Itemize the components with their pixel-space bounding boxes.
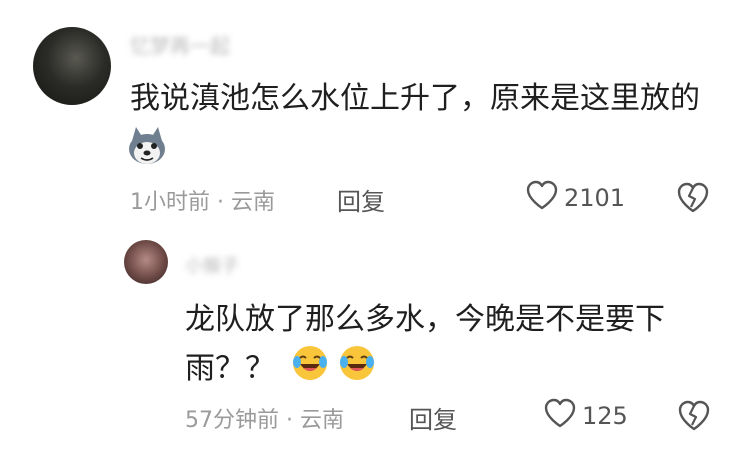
commenter-name[interactable]: 忆梦再一起 [130,30,230,59]
reply-text-content: 雨？？ [185,351,275,386]
commenter-avatar[interactable] [33,27,111,105]
heart-icon [544,398,576,434]
replier-name[interactable]: 小猴子 [185,252,239,278]
reply-text-line-1: 龙队放了那么多水，今晚是不是要下 [185,302,665,337]
reply-text-line-2: 雨？？ [185,344,376,395]
laughing-crying-face-icon [291,344,329,395]
dislike-button[interactable] [677,398,711,432]
laughing-crying-face-icon [338,344,376,395]
reply-button[interactable]: 回复 [337,182,385,217]
replier-avatar[interactable] [124,240,168,284]
comment-meta: 1小时前 · 云南 [130,190,275,215]
dislike-button[interactable] [676,180,710,214]
like-count: 125 [582,402,628,430]
comment-text: 我说滇池怎么水位上升了，原来是这里放的 [130,77,700,121]
broken-heart-icon [677,400,711,436]
reply-button[interactable]: 回复 [409,400,457,435]
heart-icon [526,180,558,216]
like-button[interactable]: 125 [544,398,628,434]
broken-heart-icon [676,182,710,218]
dog-face-icon [126,125,168,171]
reply-meta: 57分钟前 · 云南 [185,408,344,433]
like-button[interactable]: 2101 [526,180,625,216]
like-count: 2101 [564,184,626,212]
comment-text-content: 我说滇池怎么水位上升了，原来是这里放的 [130,81,700,116]
